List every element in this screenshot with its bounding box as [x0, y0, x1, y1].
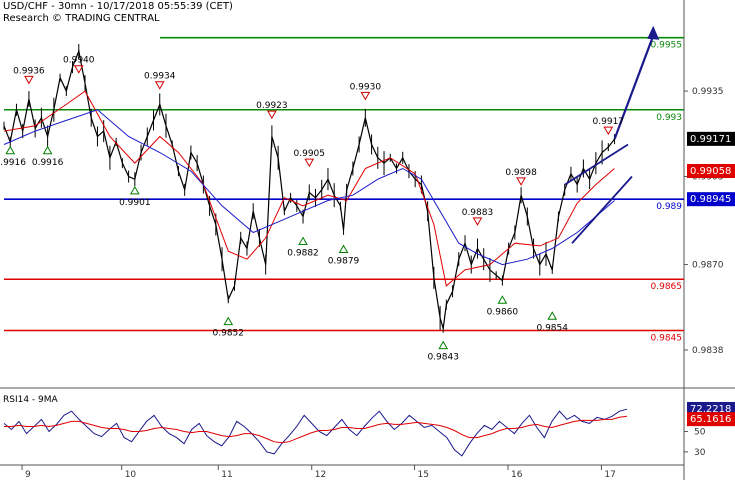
- level-label-pivot: 0.989: [656, 202, 682, 212]
- rsi-y-tick-label: 50: [694, 428, 706, 438]
- value-box-label-ma_fast: 0.99058: [690, 166, 731, 177]
- channel-upper: [564, 143, 629, 186]
- swing-low-marker: [298, 236, 308, 246]
- swing-low-label: 0.9879: [328, 257, 360, 267]
- rsi-ma-series: [4, 415, 628, 444]
- projection-arrowhead: [647, 25, 660, 40]
- swing-high-marker: [360, 91, 371, 101]
- swing-high-marker: [603, 126, 614, 136]
- level-label-support: 0.9845: [651, 333, 683, 343]
- x-tick-label: 12: [315, 470, 326, 480]
- swing-low-label: 0.9916: [0, 158, 26, 168]
- value-box-label-last: 0.99171: [690, 134, 731, 145]
- swing-high-label: 0.9917: [593, 117, 625, 127]
- level-label-support: 0.9865: [651, 282, 683, 292]
- rsi-series: [3, 408, 628, 457]
- channel-lower: [571, 175, 633, 244]
- swing-low-label: 0.9916: [32, 158, 64, 168]
- swing-low-label: 0.9854: [536, 323, 568, 333]
- rsi-title: RSI14 - 9MA: [3, 395, 59, 405]
- swing-low-label: 0.9901: [119, 198, 151, 208]
- swing-low-marker: [129, 185, 140, 195]
- swing-low-label: 0.9860: [487, 307, 519, 317]
- swing-high-label: 0.9936: [13, 66, 45, 76]
- swing-high-marker: [304, 158, 315, 168]
- swing-high-marker: [24, 75, 34, 85]
- swing-high-marker: [472, 217, 483, 226]
- swing-low-label: 0.9852: [213, 329, 245, 339]
- rsi-value-box-label-rsi_ma: 65.1616: [690, 414, 731, 425]
- x-tick-label: 11: [221, 470, 232, 480]
- value-box-label-ma_slow: 0.98945: [690, 194, 731, 205]
- swing-low-marker: [438, 340, 449, 350]
- swing-high-marker: [154, 81, 165, 90]
- swing-low-marker: [338, 244, 349, 254]
- x-tick-label: 9: [25, 470, 31, 480]
- swing-high-label: 0.9905: [294, 149, 326, 159]
- x-tick-label: 15: [418, 470, 429, 480]
- y-tick-label: 0.9870: [692, 261, 724, 271]
- swing-low-marker: [5, 145, 16, 155]
- swing-high-marker: [516, 177, 526, 186]
- swing-low-label: 0.9843: [427, 353, 459, 363]
- level-label-resistance: 0.993: [656, 113, 682, 123]
- y-tick-label: 0.9838: [692, 346, 724, 356]
- swing-low-marker: [497, 295, 508, 304]
- swing-high-label: 0.9934: [144, 72, 176, 82]
- swing-high-label: 0.9883: [462, 208, 494, 218]
- swing-high-label: 0.9898: [505, 168, 537, 178]
- rsi-y-tick-label: 30: [694, 448, 706, 458]
- y-tick-label: 0.9935: [692, 87, 724, 97]
- level-label-resistance: 0.9955: [651, 41, 683, 51]
- swing-high-label: 0.9940: [63, 56, 95, 66]
- swing-low-marker: [223, 316, 234, 326]
- swing-low-marker: [42, 145, 53, 155]
- swing-high-label: 0.9923: [256, 101, 288, 111]
- swing-low-label: 0.9882: [287, 249, 319, 259]
- x-tick-label: 10: [125, 470, 137, 480]
- swing-high-label: 0.9930: [350, 82, 382, 92]
- swing-low-marker: [547, 311, 558, 320]
- swing-high-marker: [267, 110, 277, 120]
- x-tick-label: 16: [511, 470, 523, 480]
- x-tick-label: 17: [604, 470, 615, 480]
- price-chart: 0.99350.99030.98700.98380.99550.9930.989…: [0, 0, 735, 480]
